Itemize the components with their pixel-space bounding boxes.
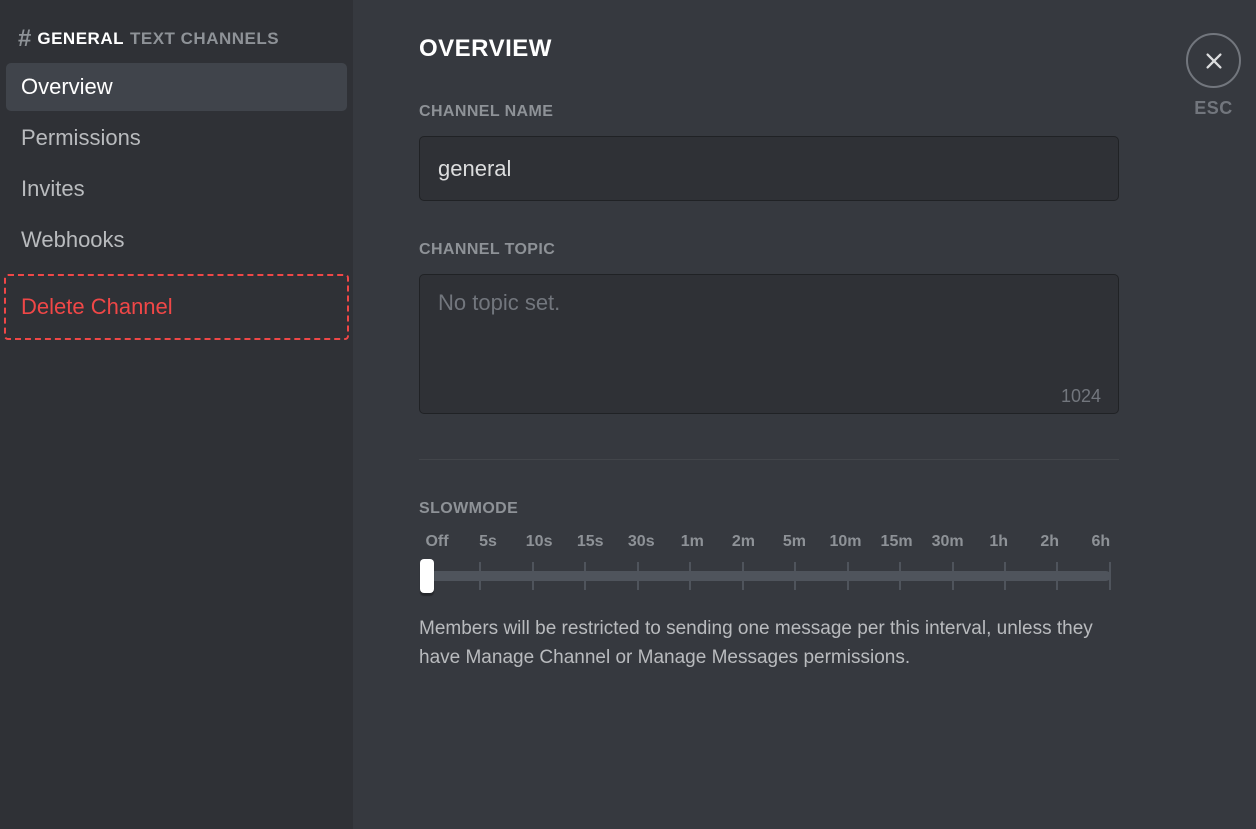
slider-tick bbox=[637, 562, 639, 590]
delete-channel-button[interactable]: Delete Channel bbox=[21, 294, 332, 320]
channel-topic-wrap: 1024 bbox=[419, 274, 1119, 419]
slider-tick bbox=[742, 562, 744, 590]
slider-tick bbox=[1109, 562, 1111, 590]
slider-tick bbox=[1056, 562, 1058, 590]
slider-tick bbox=[847, 562, 849, 590]
section-divider bbox=[419, 459, 1119, 460]
nav-item-label: Webhooks bbox=[21, 227, 125, 253]
slider-labels: Off 5s 10s 15s 30s 1m 2m 5m 10m 15m 30m 1h 2h 6h bbox=[419, 533, 1119, 551]
slider-ticks bbox=[427, 562, 1111, 590]
channel-name-label: CHANNEL NAME bbox=[419, 103, 1222, 121]
page-title: OVERVIEW bbox=[419, 35, 1222, 63]
channel-topic-label: CHANNEL TOPIC bbox=[419, 241, 1222, 259]
slider-tick-label: 30s bbox=[623, 533, 659, 551]
close-wrap: ESC bbox=[1186, 33, 1241, 119]
channel-category-header: TEXT CHANNELS bbox=[130, 29, 279, 49]
slider-tick-label: 2h bbox=[1032, 533, 1068, 551]
slider-tick-label: 1h bbox=[981, 533, 1017, 551]
hash-icon: # bbox=[18, 25, 31, 53]
channel-name-group: CHANNEL NAME bbox=[419, 103, 1222, 201]
slider-tick bbox=[1004, 562, 1006, 590]
slider-tick-label: 2m bbox=[725, 533, 761, 551]
slider-tick-label: 1m bbox=[674, 533, 710, 551]
channel-topic-input[interactable] bbox=[419, 274, 1119, 414]
slider-tick bbox=[532, 562, 534, 590]
slider-thumb[interactable] bbox=[420, 559, 434, 593]
slider-tick-label: 6h bbox=[1083, 533, 1119, 551]
slider-tick-label: 5s bbox=[470, 533, 506, 551]
sidebar-header: # GENERAL TEXT CHANNELS bbox=[0, 25, 353, 53]
char-counter: 1024 bbox=[1061, 386, 1101, 407]
slider-tick-label: 5m bbox=[776, 533, 812, 551]
close-button[interactable] bbox=[1186, 33, 1241, 88]
nav-item-label: Invites bbox=[21, 176, 85, 202]
slowmode-slider[interactable] bbox=[427, 559, 1111, 593]
nav-list: Overview Permissions Invites Webhooks bbox=[0, 63, 353, 264]
nav-item-webhooks[interactable]: Webhooks bbox=[6, 216, 347, 264]
slider-tick bbox=[689, 562, 691, 590]
slider-tick bbox=[952, 562, 954, 590]
slider-tick bbox=[584, 562, 586, 590]
esc-label: ESC bbox=[1194, 98, 1233, 119]
slider-tick-label: Off bbox=[419, 533, 455, 551]
channel-name-header: GENERAL bbox=[37, 29, 124, 49]
channel-topic-group: CHANNEL TOPIC 1024 bbox=[419, 241, 1222, 419]
close-icon bbox=[1203, 50, 1225, 72]
channel-name-input[interactable] bbox=[419, 136, 1119, 201]
slowmode-label: SLOWMODE bbox=[419, 500, 1222, 518]
nav-item-label: Overview bbox=[21, 74, 113, 100]
settings-sidebar: # GENERAL TEXT CHANNELS Overview Permiss… bbox=[0, 0, 353, 829]
slider-tick-label: 10m bbox=[828, 533, 864, 551]
nav-item-label: Delete Channel bbox=[21, 294, 173, 320]
nav-item-invites[interactable]: Invites bbox=[6, 165, 347, 213]
slider-tick bbox=[794, 562, 796, 590]
slowmode-help-text: Members will be restricted to sending on… bbox=[419, 615, 1119, 672]
nav-item-label: Permissions bbox=[21, 125, 141, 151]
slider-tick bbox=[479, 562, 481, 590]
slider-tick bbox=[899, 562, 901, 590]
delete-highlight-box: Delete Channel bbox=[4, 274, 349, 340]
settings-main: OVERVIEW CHANNEL NAME CHANNEL TOPIC 1024… bbox=[353, 0, 1256, 829]
slider-tick-label: 15m bbox=[879, 533, 915, 551]
slowmode-slider-wrap: Off 5s 10s 15s 30s 1m 2m 5m 10m 15m 30m 1h 2h 6h bbox=[419, 533, 1119, 593]
slider-tick-label: 30m bbox=[930, 533, 966, 551]
slider-tick-label: 15s bbox=[572, 533, 608, 551]
nav-item-overview[interactable]: Overview bbox=[6, 63, 347, 111]
nav-item-permissions[interactable]: Permissions bbox=[6, 114, 347, 162]
slowmode-group: SLOWMODE Off 5s 10s 15s 30s 1m 2m 5m 10m 15m 30m 1h… bbox=[419, 500, 1222, 672]
slider-tick-label: 10s bbox=[521, 533, 557, 551]
